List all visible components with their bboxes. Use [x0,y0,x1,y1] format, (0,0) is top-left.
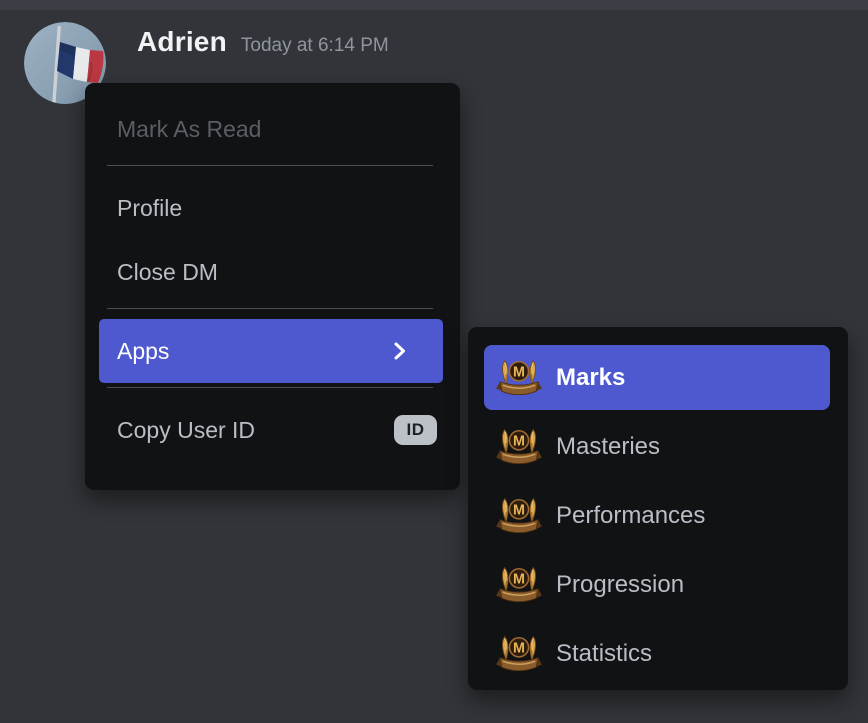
mastery-badge-icon [496,633,542,675]
submenu-item-label: Statistics [556,640,652,668]
submenu-item-masteries[interactable]: Masteries [484,414,830,479]
mastery-badge-icon [496,495,542,537]
submenu-item-performances[interactable]: Performances [484,483,830,548]
submenu-item-progression[interactable]: Progression [484,552,830,617]
menu-item-label: Copy User ID [117,417,394,444]
menu-item-apps[interactable]: Apps [99,319,443,383]
apps-submenu: Marks Masteries Performances Progression… [468,327,848,690]
message-header: Adrien Today at 6:14 PM [137,26,389,58]
id-badge-icon: ID [394,415,437,445]
message-timestamp: Today at 6:14 PM [241,35,389,57]
submenu-item-label: Performances [556,502,705,530]
submenu-item-label: Marks [556,364,625,392]
menu-item-label: Close DM [117,259,437,286]
submenu-item-label: Progression [556,571,684,599]
menu-item-label: Apps [117,338,392,365]
previous-message-edge [0,0,868,10]
menu-item-copy-user-id[interactable]: Copy User ID ID [99,398,443,462]
submenu-item-marks[interactable]: Marks [484,345,830,410]
menu-item-label: Profile [117,195,437,222]
menu-item-mark-as-read[interactable]: Mark As Read [99,97,443,161]
menu-item-close-dm[interactable]: Close DM [99,240,443,304]
mastery-badge-icon [496,357,542,399]
menu-item-label: Mark As Read [117,116,437,143]
chevron-right-icon [392,340,407,362]
mastery-badge-icon [496,564,542,606]
menu-divider [107,165,433,166]
menu-divider [107,387,433,388]
context-menu: Mark As Read Profile Close DM Apps Copy … [85,83,460,490]
menu-divider [107,308,433,309]
mastery-badge-icon [496,426,542,468]
username[interactable]: Adrien [137,26,227,58]
menu-item-profile[interactable]: Profile [99,176,443,240]
submenu-item-statistics[interactable]: Statistics [484,621,830,686]
submenu-item-label: Masteries [556,433,660,461]
